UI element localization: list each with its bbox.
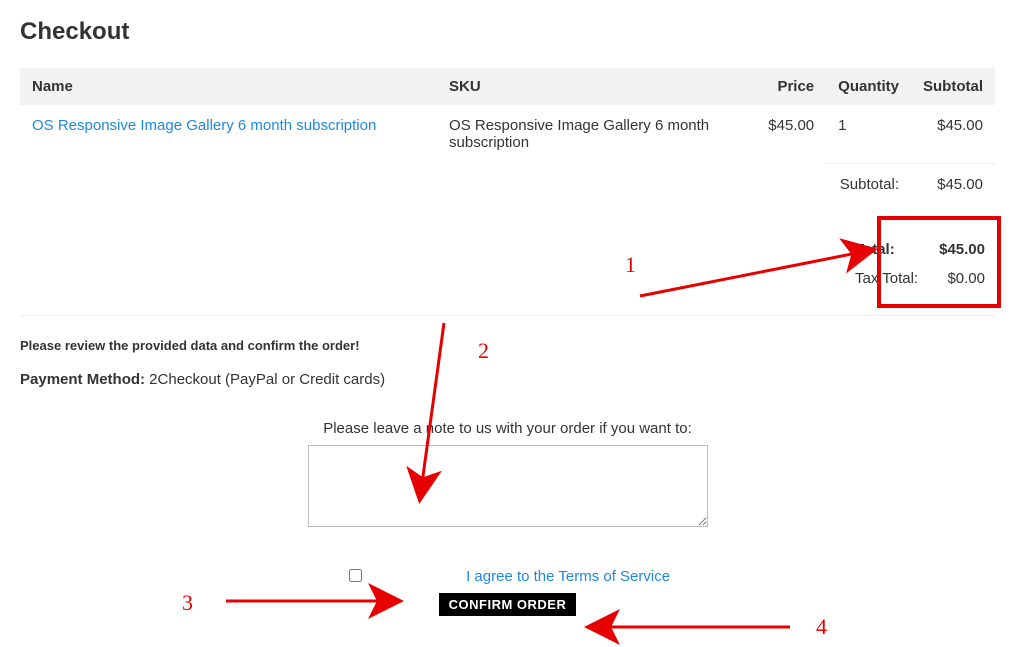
payment-method: Payment Method: 2Checkout (PayPal or Cre… — [20, 371, 995, 388]
product-link[interactable]: OS Responsive Image Gallery 6 month subs… — [32, 117, 376, 134]
table-header-row: Name SKU Price Quantity Subtotal — [20, 68, 995, 105]
payment-method-label: Payment Method: — [20, 371, 145, 388]
cell-subtotal: $45.00 — [911, 105, 995, 163]
subtotal-label: Subtotal: — [826, 163, 911, 205]
divider — [20, 315, 995, 316]
cell-sku: OS Responsive Image Gallery 6 month subs… — [437, 105, 756, 163]
col-sku: SKU — [437, 68, 756, 105]
tos-link[interactable]: I agree to the Terms of Service — [466, 568, 670, 585]
tax-value: $0.00 — [947, 270, 985, 287]
payment-method-value: 2Checkout (PayPal or Credit cards) — [145, 371, 385, 388]
cell-qty: 1 — [826, 105, 911, 163]
col-price: Price — [756, 68, 826, 105]
note-label: Please leave a note to us with your orde… — [20, 420, 995, 437]
col-subtotal: Subtotal — [911, 68, 995, 105]
total-value: $45.00 — [939, 241, 985, 258]
col-name: Name — [20, 68, 437, 105]
subtotal-row: Subtotal: $45.00 — [20, 163, 995, 205]
table-row: OS Responsive Image Gallery 6 month subs… — [20, 105, 995, 163]
subtotal-value: $45.00 — [911, 163, 995, 205]
cell-price: $45.00 — [756, 105, 826, 163]
tos-checkbox[interactable] — [349, 569, 362, 582]
total-label: Total: — [855, 241, 895, 258]
tax-label: Tax Total: — [855, 270, 918, 287]
annotation-label-4: 4 — [816, 614, 827, 639]
cart-table: Name SKU Price Quantity Subtotal OS Resp… — [20, 68, 995, 205]
totals-box: Total: $45.00 Tax Total: $0.00 — [845, 235, 995, 293]
col-qty: Quantity — [826, 68, 911, 105]
order-note-input[interactable] — [308, 445, 708, 527]
page-title: Checkout — [20, 18, 995, 46]
review-text: Please review the provided data and conf… — [20, 338, 995, 353]
confirm-order-button[interactable]: CONFIRM ORDER — [439, 593, 577, 616]
